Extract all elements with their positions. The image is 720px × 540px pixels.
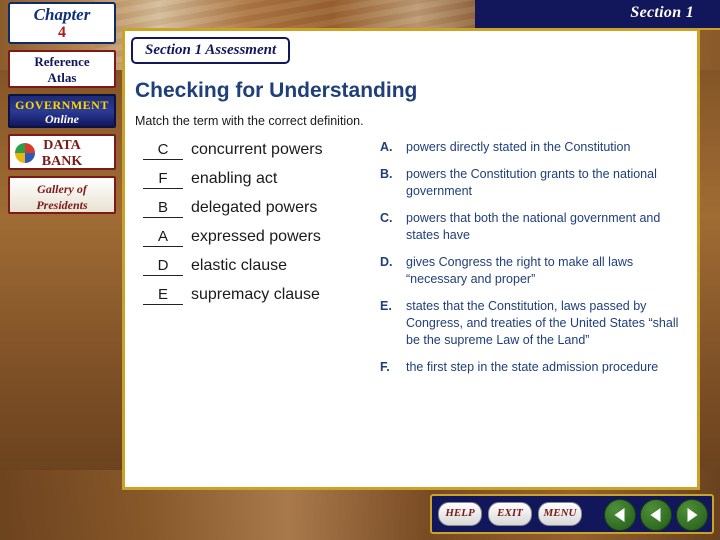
term-answer-blank[interactable]: B <box>143 199 183 218</box>
sidebar-item-label-line1: Gallery of <box>37 182 87 196</box>
instructions-text: Match the term with the correct definiti… <box>135 114 364 128</box>
definition-row: C. powers that both the national governm… <box>380 210 690 244</box>
term-answer-blank[interactable]: A <box>143 228 183 247</box>
term-label: elastic clause <box>191 257 288 274</box>
definition-letter: A. <box>380 140 393 154</box>
term-label: expressed powers <box>191 228 321 245</box>
arrow-left-icon <box>650 508 661 522</box>
color-wheel-icon <box>15 143 35 163</box>
definition-text: gives Congress the right to make all law… <box>406 255 634 286</box>
term-label: delegated powers <box>191 199 318 216</box>
back-arrow-button[interactable] <box>640 499 672 531</box>
term-row[interactable]: A expressed powers <box>143 226 373 247</box>
definition-row: D. gives Congress the right to make all … <box>380 254 690 288</box>
arrow-right-icon <box>687 508 698 522</box>
chapter-label: Chapter <box>33 5 91 24</box>
previous-arrow-button[interactable] <box>604 499 636 531</box>
sidebar-item-label-line2: Presidents <box>36 198 88 212</box>
definition-text: the first step in the state admission pr… <box>406 360 659 374</box>
term-row[interactable]: E supremacy clause <box>143 284 373 305</box>
sidebar-item-reference-atlas[interactable]: Reference Atlas <box>8 50 116 88</box>
menu-button[interactable]: MENU <box>538 502 582 526</box>
definition-letter: E. <box>380 299 392 313</box>
definition-letter: C. <box>380 211 393 225</box>
definition-letter: B. <box>380 167 393 181</box>
next-arrow-button[interactable] <box>676 499 708 531</box>
page-title: Checking for Understanding <box>135 79 418 102</box>
assessment-tab: Section 1 Assessment <box>131 37 291 64</box>
chapter-tab[interactable]: Chapter 4 <box>8 2 116 44</box>
sidebar: Reference Atlas GOVERNMENT Online DATA B… <box>8 50 116 220</box>
term-answer-blank[interactable]: D <box>143 257 183 276</box>
exit-button[interactable]: EXIT <box>488 502 532 526</box>
arrow-left-icon <box>614 508 625 522</box>
definition-row: F. the first step in the state admission… <box>380 359 690 376</box>
sidebar-item-label-line1: Reference <box>34 54 90 69</box>
section-banner-label: Section 1 <box>630 4 694 21</box>
term-label: concurrent powers <box>191 141 323 158</box>
assessment-tab-label: Section 1 Assessment <box>145 42 277 58</box>
term-answer-blank[interactable]: F <box>143 170 183 189</box>
definitions-column: A. powers directly stated in the Constit… <box>380 139 690 386</box>
chapter-number: 4 <box>58 24 66 41</box>
sidebar-item-government-online[interactable]: GOVERNMENT Online <box>8 94 116 128</box>
definition-row: A. powers directly stated in the Constit… <box>380 139 690 156</box>
term-row[interactable]: C concurrent powers <box>143 139 373 160</box>
definition-text: powers directly stated in the Constituti… <box>406 140 631 154</box>
terms-column: C concurrent powers F enabling act B del… <box>143 139 373 313</box>
term-row[interactable]: B delegated powers <box>143 197 373 218</box>
help-button[interactable]: HELP <box>438 502 482 526</box>
definition-text: powers that both the national government… <box>406 211 661 242</box>
sidebar-item-gallery-of-presidents[interactable]: Gallery of Presidents <box>8 176 116 214</box>
term-row[interactable]: D elastic clause <box>143 255 373 276</box>
slide-root: Chapter 4 Section 1 Reference Atlas GOVE… <box>0 0 720 540</box>
term-row[interactable]: F enabling act <box>143 168 373 189</box>
term-label: enabling act <box>191 170 278 187</box>
section-banner: Section 1 <box>475 0 720 30</box>
navigation-bar: HELP EXIT MENU <box>430 494 714 534</box>
term-label: supremacy clause <box>191 286 320 303</box>
term-answer-blank[interactable]: C <box>143 141 183 160</box>
sidebar-item-label-line2: Atlas <box>47 70 77 85</box>
definition-row: B. powers the Constitution grants to the… <box>380 166 690 200</box>
sidebar-item-label-line1: GOVERNMENT <box>15 98 109 112</box>
definition-text: powers the Constitution grants to the na… <box>406 167 657 198</box>
definition-letter: F. <box>380 360 390 374</box>
definition-letter: D. <box>380 255 393 269</box>
sidebar-item-label-line2: Online <box>44 112 79 126</box>
sidebar-item-data-bank[interactable]: DATA BANK <box>8 134 116 170</box>
definition-text: states that the Constitution, laws passe… <box>406 299 679 347</box>
term-answer-blank[interactable]: E <box>143 286 183 305</box>
content-panel: Section 1 Assessment Checking for Unders… <box>122 28 700 490</box>
definition-row: E. states that the Constitution, laws pa… <box>380 298 690 349</box>
arrow-button-group <box>604 499 708 531</box>
